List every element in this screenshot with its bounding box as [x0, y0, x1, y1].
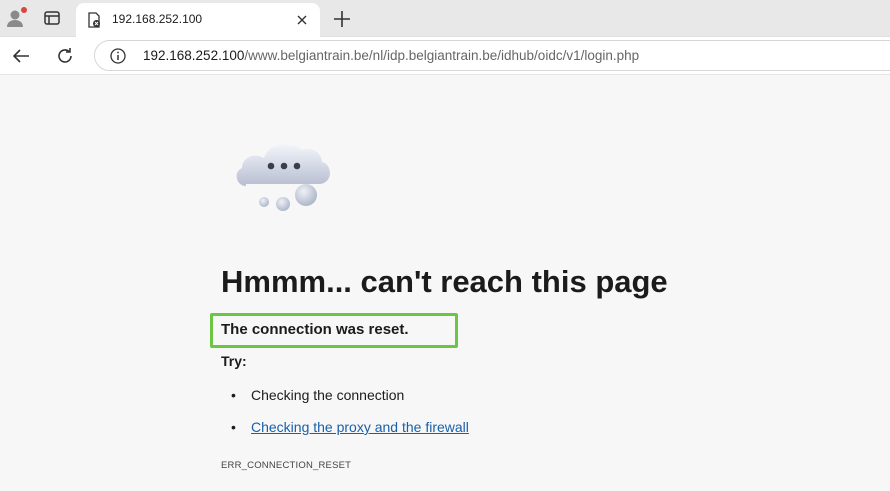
url-path: /www.belgiantrain.be/nl/idp.belgiantrain…: [244, 48, 640, 63]
reload-icon[interactable]: [54, 45, 76, 67]
cloud-illustration-icon: [228, 128, 340, 218]
profile-avatar-icon[interactable]: [4, 6, 28, 30]
bullet-2: •: [231, 419, 236, 435]
suggestion-proxy-firewall-link[interactable]: Checking the proxy and the firewall: [251, 419, 469, 435]
suggestion-check-connection: Checking the connection: [251, 387, 405, 403]
notification-dot: [21, 7, 27, 13]
address-bar[interactable]: 192.168.252.100/www.belgiantrain.be/nl/i…: [94, 40, 890, 71]
tab-title: 192.168.252.100: [112, 12, 203, 26]
error-headline: Hmmm... can't reach this page: [221, 264, 668, 299]
new-tab-plus-icon[interactable]: [330, 7, 354, 31]
site-info-icon[interactable]: [109, 47, 127, 65]
browser-toolbar: 192.168.252.100/www.belgiantrain.be/nl/i…: [0, 37, 890, 75]
page-error-icon: [86, 12, 102, 28]
tab-actions-icon[interactable]: [42, 8, 62, 28]
bullet-1: •: [231, 387, 236, 403]
url-text[interactable]: 192.168.252.100/www.belgiantrain.be/nl/i…: [143, 48, 639, 63]
active-tab[interactable]: 192.168.252.100: [76, 3, 320, 37]
try-label: Try:: [221, 353, 247, 369]
close-tab-icon[interactable]: [292, 10, 312, 30]
error-code: ERR_CONNECTION_RESET: [221, 460, 352, 471]
url-host: 192.168.252.100: [143, 48, 245, 63]
error-detail: The connection was reset.: [221, 321, 409, 338]
back-arrow-icon[interactable]: [10, 45, 32, 67]
tab-strip: 192.168.252.100: [0, 0, 890, 37]
